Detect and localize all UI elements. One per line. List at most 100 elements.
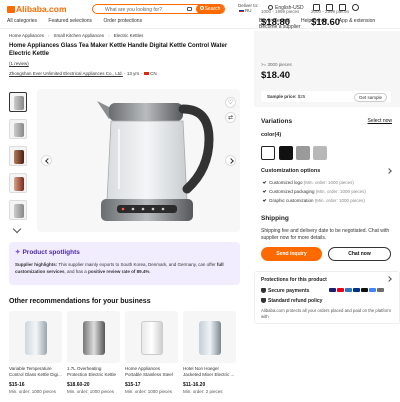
kettle-illustration <box>97 101 214 221</box>
separator: · <box>140 71 142 76</box>
visa-icon <box>329 288 336 292</box>
recommendation-moq: Min. order: 1000 pieces <box>125 389 173 394</box>
tier-range: >= 3000 pieces <box>261 62 292 67</box>
chevron-right-icon[interactable] <box>386 276 392 282</box>
send-inquiry-button[interactable]: Send inquiry <box>261 247 322 261</box>
price-tier: 2000 - 2999 pieces $18.60 <box>311 9 349 28</box>
chat-now-button[interactable]: Chat now <box>328 247 391 261</box>
user-icon[interactable] <box>352 4 359 11</box>
customization-moq: (Min. order: 1000 pieces) <box>314 198 365 203</box>
color-swatch-black[interactable] <box>279 146 293 160</box>
customization-moq: (Min. order: 1000 pieces) <box>303 180 354 185</box>
logo-text: Alibaba.com <box>16 4 67 14</box>
nav-featured-selections[interactable]: Featured selections <box>48 18 92 24</box>
next-image-button[interactable] <box>225 155 236 166</box>
thumbnail-strip <box>9 92 27 227</box>
thumbnail[interactable] <box>9 146 27 166</box>
kettle-image <box>14 204 24 218</box>
thumbnail[interactable] <box>9 119 27 139</box>
breadcrumb-item[interactable]: Small Kitchen Appliances <box>54 33 105 38</box>
search-button-label: Search <box>204 6 221 12</box>
compare-icon[interactable]: ⇄ <box>225 112 236 123</box>
camera-icon[interactable] <box>187 7 192 11</box>
variations-heading: Variations <box>261 118 293 125</box>
mastercard-icon <box>337 288 344 292</box>
color-swatch-light-gray[interactable] <box>313 146 327 160</box>
header-nav-left: All categories Featured selections Order… <box>7 18 152 24</box>
spotlight-body: This supplier mainly exports to South Ko… <box>58 262 216 267</box>
kettle-image <box>83 321 105 355</box>
breadcrumb-item[interactable]: Home Appliances <box>9 33 44 38</box>
main-product-image[interactable]: ♡ ⇄ <box>37 89 240 232</box>
recommendation-card[interactable]: Hotel Non Hoeger Jacketed Mixer Electric… <box>183 311 236 394</box>
customization-option: Customized packaging (Min. order: 1000 p… <box>262 189 366 194</box>
recommendation-card[interactable]: Home Appliances Portable Stainless Steel… <box>125 311 178 394</box>
tier-range: 2000 - 2999 pieces <box>311 9 350 14</box>
chevron-right-icon[interactable] <box>386 168 392 174</box>
color-label: color(4) <box>261 132 282 138</box>
recommendation-moq: Min. order: 1000 pieces <box>9 389 57 394</box>
separator: · <box>124 71 126 76</box>
kettle-image <box>14 123 24 137</box>
thumbnail[interactable] <box>9 173 27 193</box>
check-icon <box>262 198 267 202</box>
check-icon <box>262 180 267 184</box>
deliver-to[interactable]: Deliver to: RU <box>238 3 258 13</box>
tier-price: $18.40 <box>261 70 291 81</box>
protection-fine-print: Alibaba.com protects all your orders pla… <box>261 308 391 319</box>
tier-price: $18.60 <box>311 17 341 28</box>
search-bar[interactable]: What are you looking for? Search <box>92 4 225 14</box>
recommendation-image <box>183 311 236 363</box>
shipping-heading: Shipping <box>261 215 289 222</box>
recommendation-name: Variable Temperature Control Glass Kettl… <box>9 366 62 377</box>
shield-icon <box>261 288 266 293</box>
supplier-country: CN <box>150 71 157 76</box>
deliver-country: RU <box>245 8 252 13</box>
search-input[interactable]: What are you looking for? <box>105 7 162 13</box>
protections-box: Protections for this product Secure paym… <box>254 271 400 324</box>
standard-refund: Standard refund policy <box>261 298 322 304</box>
recommendation-card[interactable]: 1.7L Overheating Protection Electric Ket… <box>67 311 120 394</box>
kettle-image <box>14 96 24 110</box>
supplier-info: Zhongshan Ever Unlimited Electrical Appl… <box>9 71 157 76</box>
supplier-name[interactable]: Zhongshan Ever Unlimited Electrical Appl… <box>9 71 123 76</box>
recommendations-heading: Other recommendations for your business <box>9 298 151 305</box>
color-swatch-gray[interactable] <box>296 146 310 160</box>
thumbnail[interactable] <box>9 200 27 220</box>
reviews-link[interactable]: (1 review) <box>9 61 29 66</box>
nav-all-categories[interactable]: All categories <box>7 18 37 24</box>
tier-range: 1000 - 1999 pieces <box>261 9 300 14</box>
price-tier: >= 3000 pieces $18.40 <box>261 62 292 81</box>
recommendation-card[interactable]: Variable Temperature Control Glass Kettl… <box>9 311 62 394</box>
customization-option: Customized logo (Min. order: 1000 pieces… <box>262 180 354 185</box>
recommendation-image <box>9 311 62 363</box>
product-spotlights: ✦ Product spotlights Supplier highlights:… <box>9 242 240 285</box>
thumbnail[interactable] <box>9 92 27 112</box>
kettle-image <box>199 321 221 355</box>
search-button[interactable]: Search <box>196 4 224 14</box>
color-swatch-white[interactable] <box>261 146 275 160</box>
breadcrumb-separator: › <box>108 33 110 38</box>
favorite-heart-icon[interactable]: ♡ <box>225 97 236 108</box>
recommendation-name: Home Appliances Portable Stainless Steel… <box>125 366 173 377</box>
kettle-image <box>14 150 24 164</box>
recommendation-price: $15-17 <box>125 382 141 388</box>
recommendation-moq: Min. order: 2 pieces <box>183 389 223 394</box>
protections-heading: Protections for this product <box>261 277 327 283</box>
select-now-link[interactable]: Select now <box>368 118 392 124</box>
customization-label: Graphic customization <box>269 198 314 203</box>
recommendation-image <box>125 311 178 363</box>
recommendation-image <box>67 311 120 363</box>
spotlight-label: Supplier highlights: <box>15 262 58 267</box>
alibaba-logo[interactable]: Alibaba.com <box>7 4 67 14</box>
get-sample-button[interactable]: Get sample <box>353 93 387 102</box>
breadcrumb-item[interactable]: Electric Kettles <box>114 33 144 38</box>
price-tier: 1000 - 1999 pieces $18.80 <box>261 9 299 28</box>
customization-heading: Customization options <box>261 168 321 174</box>
secure-payments-label: Secure payments <box>268 288 310 294</box>
prev-image-button[interactable] <box>41 155 52 166</box>
recommendation-price: $15-16 <box>9 382 25 388</box>
china-flag-icon <box>144 71 150 75</box>
customization-label: Customized packaging <box>269 189 315 194</box>
nav-order-protections[interactable]: Order protections <box>103 18 142 24</box>
